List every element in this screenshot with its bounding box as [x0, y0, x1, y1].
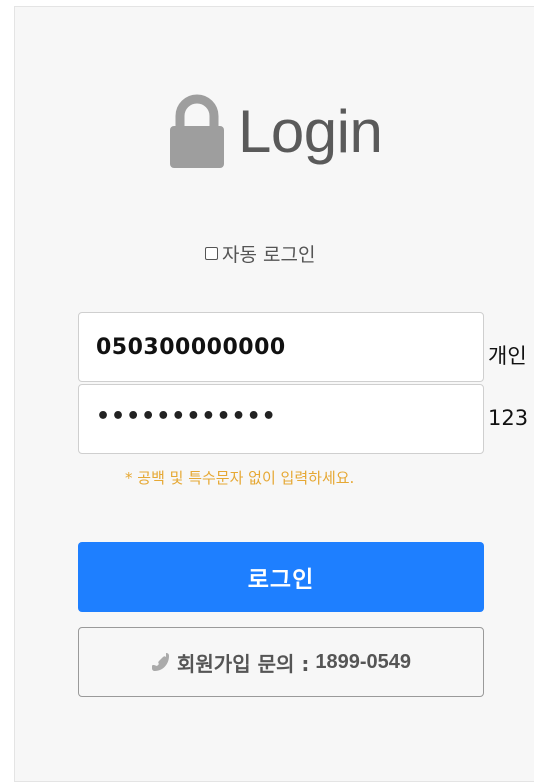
phone-icon [152, 653, 169, 671]
side-label-personal: 개인 [488, 344, 527, 368]
password-value: •••••••••••• [96, 403, 277, 429]
user-id-input[interactable]: 050300000000 [78, 312, 484, 382]
user-id-value: 050300000000 [96, 334, 286, 360]
login-title-text: Login [238, 98, 383, 165]
side-label-number: 123 [488, 406, 529, 430]
join-inquiry-button[interactable]: 회원가입 문의 : 1899-0549 [78, 627, 484, 697]
join-inquiry-label: 회원가입 문의 : [177, 651, 310, 676]
login-button[interactable]: 로그인 [78, 542, 484, 612]
login-title: Login [168, 92, 383, 172]
auto-login-checkbox[interactable] [205, 247, 218, 260]
join-phone-number: 1899-0549 [315, 650, 411, 673]
lock-icon [170, 94, 224, 168]
auto-login-option[interactable]: 자동 로그인 [205, 240, 315, 267]
auto-login-label[interactable]: 자동 로그인 [222, 240, 315, 267]
password-input[interactable]: •••••••••••• [78, 384, 484, 454]
input-hint: * 공백 및 특수문자 없이 입력하세요. [125, 469, 355, 487]
